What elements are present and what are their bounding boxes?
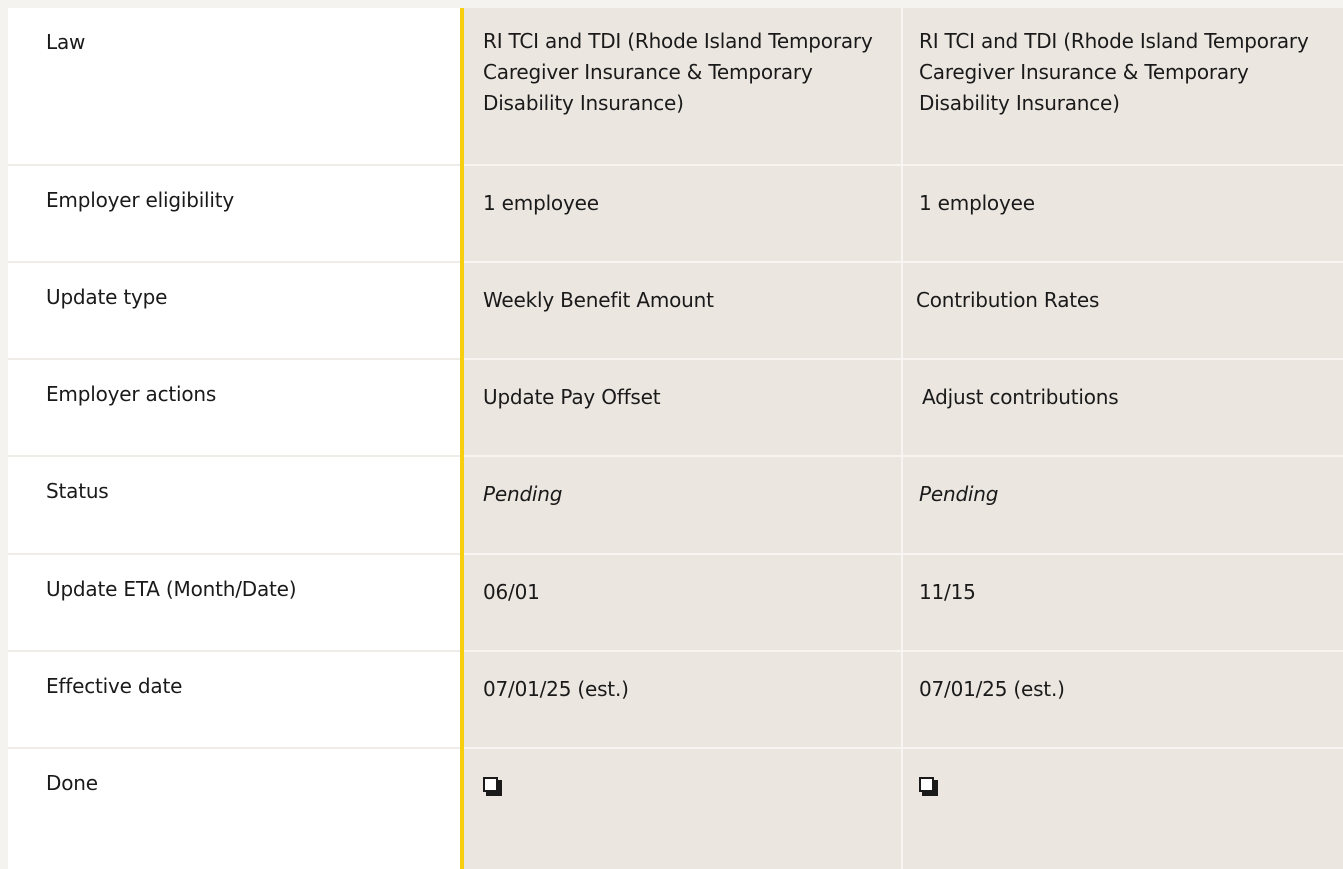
checkbox-box: [483, 777, 498, 792]
update-type-value-col2: Contribution Rates: [903, 263, 1343, 360]
effective-date-value-col1: 07/01/25 (est.): [464, 652, 901, 749]
status-value-col1: Pending: [464, 457, 901, 555]
employer-actions-value-col1: Update Pay Offset: [464, 360, 901, 457]
row-label-done: Done: [8, 749, 460, 869]
checkbox-shadow: [486, 792, 502, 796]
row-label-employer-actions: Employer actions: [8, 360, 460, 457]
status-value-col2: Pending: [903, 457, 1343, 555]
employer-actions-value-col2: Adjust contributions: [903, 360, 1343, 457]
page: Law RI TCI and TDI (Rhode Island Tempora…: [0, 0, 1343, 869]
done-cell-col2: [903, 749, 1343, 869]
effective-date-value-col2: 07/01/25 (est.): [903, 652, 1343, 749]
update-eta-value-col1: 06/01: [464, 555, 901, 652]
comparison-table: Law RI TCI and TDI (Rhode Island Tempora…: [8, 8, 1343, 869]
row-label-status: Status: [8, 457, 460, 555]
row-label-effective-date: Effective date: [8, 652, 460, 749]
law-value-col2: RI TCI and TDI (Rhode Island Temporary C…: [903, 8, 1343, 166]
row-label-law: Law: [8, 8, 460, 166]
row-label-update-type: Update type: [8, 263, 460, 360]
update-eta-value-col2: 11/15: [903, 555, 1343, 652]
employer-eligibility-value-col2: 1 employee: [903, 166, 1343, 263]
checkbox-shadow: [922, 792, 938, 796]
row-label-update-eta: Update ETA (Month/Date): [8, 555, 460, 652]
top-margin: [0, 0, 1343, 8]
left-margin: [0, 0, 8, 869]
row-label-employer-eligibility: Employer eligibility: [8, 166, 460, 263]
employer-eligibility-value-col1: 1 employee: [464, 166, 901, 263]
update-type-value-col1: Weekly Benefit Amount: [464, 263, 901, 360]
law-value-col1: RI TCI and TDI (Rhode Island Temporary C…: [464, 8, 901, 166]
checkbox-box: [919, 777, 934, 792]
done-checkbox-col2[interactable]: [919, 777, 938, 796]
done-checkbox-col1[interactable]: [483, 777, 502, 796]
done-cell-col1: [464, 749, 901, 869]
